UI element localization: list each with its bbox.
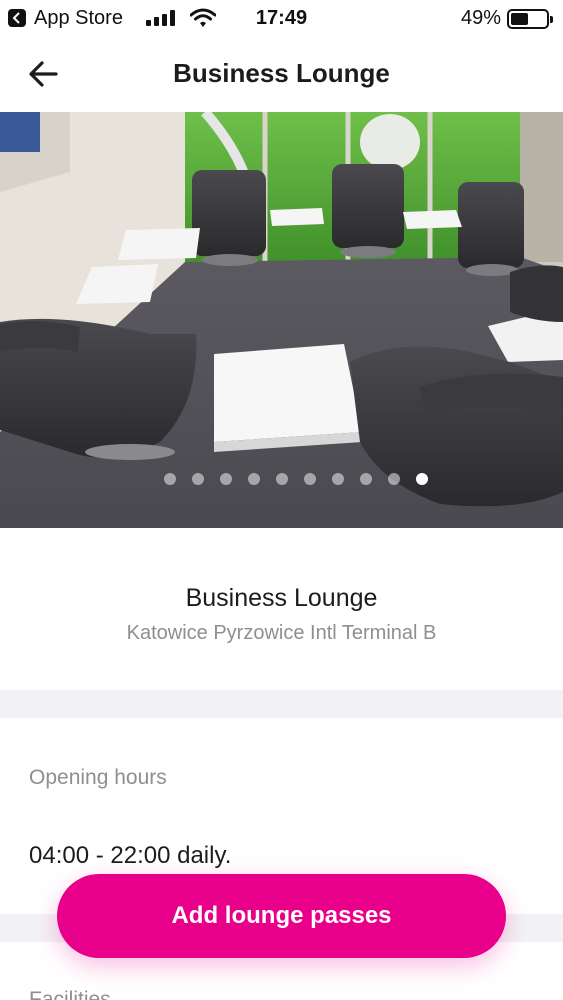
battery-icon xyxy=(507,9,553,29)
gallery-dot[interactable] xyxy=(387,473,400,485)
gallery-dot[interactable] xyxy=(191,473,204,485)
lounge-photo-gallery[interactable] xyxy=(0,112,563,528)
add-lounge-passes-button[interactable]: Add lounge passes xyxy=(57,874,506,958)
gallery-dot[interactable] xyxy=(247,473,260,485)
battery-percent: 49% xyxy=(460,7,501,29)
lounge-location: Katowice Pyrzowice Intl Terminal B xyxy=(126,622,437,644)
lounge-name: Business Lounge xyxy=(185,584,378,612)
gallery-dot[interactable] xyxy=(163,473,176,485)
section-divider xyxy=(0,690,563,718)
gallery-dot[interactable] xyxy=(219,473,232,485)
gallery-pagination xyxy=(14,473,563,485)
page-title: Business Lounge xyxy=(173,58,390,88)
gallery-dot[interactable] xyxy=(415,473,428,485)
gallery-dot[interactable] xyxy=(331,473,344,485)
facilities-label: Facilities xyxy=(29,988,111,1000)
gallery-dot[interactable] xyxy=(303,473,316,485)
lounge-photo xyxy=(0,112,563,528)
navigation-bar: Business Lounge xyxy=(0,38,563,112)
opening-hours-label: Opening hours xyxy=(29,766,167,789)
gallery-dot[interactable] xyxy=(359,473,372,485)
lounge-info: Business Lounge Katowice Pyrzowice Intl … xyxy=(0,528,563,690)
status-bar: App Store 17:49 49% xyxy=(0,0,563,38)
gallery-dot[interactable] xyxy=(275,473,288,485)
opening-hours-value: 04:00 - 22:00 daily. xyxy=(29,842,232,869)
